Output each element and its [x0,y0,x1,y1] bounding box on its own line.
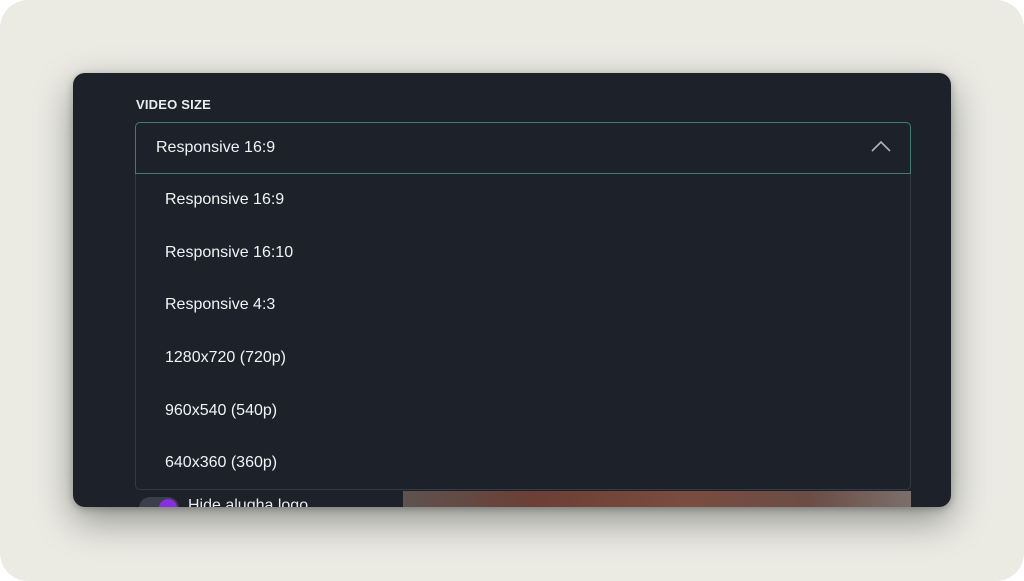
selected-video-size: Responsive 16:9 [156,139,276,156]
video-settings-panel: VIDEO SIZE Responsive 16:9 Hide alugha l… [73,73,951,507]
option-1280x720[interactable]: 1280x720 (720p) [136,332,910,385]
option-640x360[interactable]: 640x360 (360p) [136,437,910,490]
option-responsive-4-3[interactable]: Responsive 4:3 [136,279,910,332]
video-size-label: VIDEO SIZE [136,97,211,112]
option-responsive-16-10[interactable]: Responsive 16:10 [136,227,910,280]
video-preview-thumbnail [403,491,911,507]
video-size-dropdown-menu: Responsive 16:9 Responsive 16:10 Respons… [135,174,911,490]
hide-logo-label: Hide alugha logo [188,497,309,507]
chevron-up-icon[interactable] [870,139,892,153]
video-size-select[interactable]: Responsive 16:9 [135,122,911,174]
option-960x540[interactable]: 960x540 (540p) [136,384,910,437]
option-responsive-16-9[interactable]: Responsive 16:9 [136,174,910,227]
